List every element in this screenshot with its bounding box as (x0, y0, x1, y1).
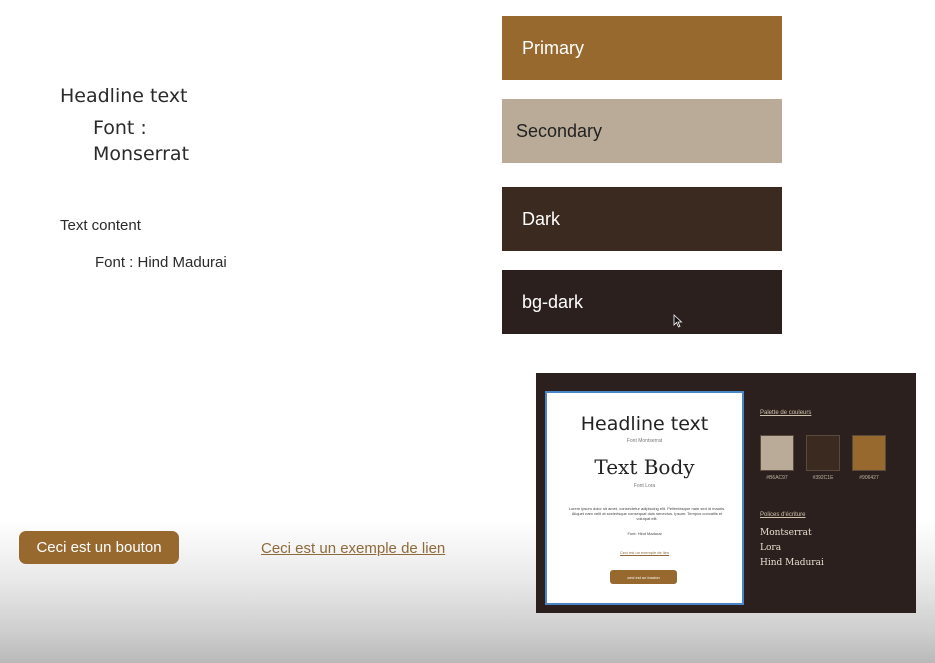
preview-body-font: Font Lora (633, 483, 656, 489)
headline-font-spec: Font : Monserrat (93, 115, 189, 167)
preview-palette-title: Palette de couleurs (760, 410, 812, 416)
preview-paragraph-font: Font: Hind Madurai (627, 531, 662, 536)
preview-font-item: Lora (760, 543, 782, 553)
text-content-label: Text content (60, 217, 141, 234)
preview-body-title: Text Body (594, 455, 695, 479)
preview-fonts-title: Polices d'écriture (760, 512, 806, 518)
swatch-dark: Dark (502, 187, 782, 251)
demo-button[interactable]: Ceci est un bouton (19, 531, 179, 564)
preview-typography-card: Headline text Font Montserrat Text Body … (545, 391, 744, 605)
swatch-primary-label: Primary (522, 37, 584, 58)
preview-button[interactable]: ceci est un bouton (610, 570, 677, 584)
arrow-cursor-icon (673, 314, 683, 328)
swatch-secondary: Secondary (502, 99, 782, 163)
text-content-font-spec: Font : Hind Madurai (95, 254, 227, 271)
headline-text-label: Headline text (60, 85, 188, 107)
preview-palette-hex: #392C1E (812, 475, 834, 481)
preview-headline-font: Font Montserrat (626, 438, 663, 444)
headline-font-line2: Monserrat (93, 143, 190, 165)
swatch-primary: Primary (502, 16, 782, 80)
preview-paragraph: Lorem ipsum dolor sit amet, consectetur … (568, 506, 726, 521)
preview-headline: Headline text (580, 413, 709, 435)
preview-palette-swatch (852, 435, 886, 471)
preview-palette-swatch (760, 435, 794, 471)
preview-link[interactable]: Ceci est un exemple de lien (547, 550, 742, 555)
swatch-bg-dark-label: bg-dark (522, 291, 584, 312)
swatch-secondary-label: Secondary (516, 120, 603, 141)
swatch-bg-dark: bg-dark (502, 270, 782, 334)
preview-font-item: Hind Madurai (760, 558, 824, 568)
preview-palette-hex: #906427 (859, 475, 879, 481)
preview-palette-swatch (806, 435, 840, 471)
headline-font-line1: Font : (93, 117, 147, 139)
style-guide-preview: Headline text Font Montserrat Text Body … (536, 373, 916, 613)
preview-palette-hex: #B6AC97 (766, 475, 788, 481)
demo-link[interactable]: Ceci est un exemple de lien (261, 540, 445, 557)
preview-font-item: Montserrat (760, 528, 812, 538)
swatch-dark-label: Dark (522, 208, 561, 229)
